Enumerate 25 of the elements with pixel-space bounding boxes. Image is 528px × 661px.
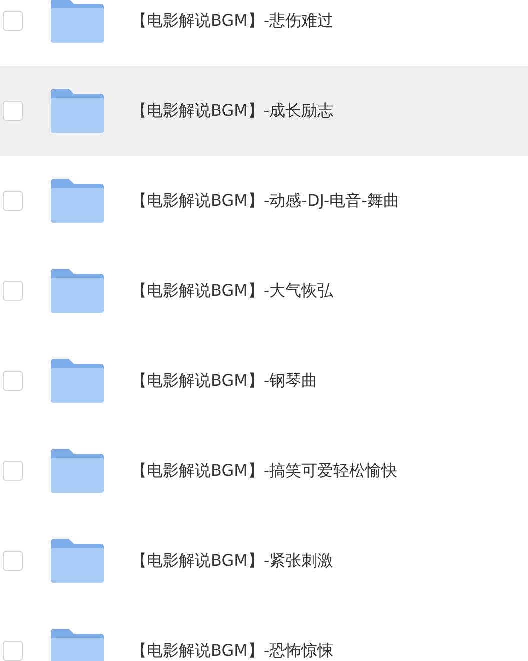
folder-row[interactable]: 【电影解说BGM】-成长励志 [0,66,528,156]
folder-name[interactable]: 【电影解说BGM】-悲伤难过 [131,10,334,32]
checkbox[interactable] [3,11,23,31]
folder-name[interactable]: 【电影解说BGM】-成长励志 [131,100,334,122]
checkbox[interactable] [3,191,23,211]
folder-icon [49,358,105,404]
folder-icon [49,88,105,134]
folder-icon [49,0,105,44]
folder-icon [49,628,105,661]
checkbox[interactable] [3,371,23,391]
checkbox[interactable] [3,551,23,571]
folder-icon [49,268,105,314]
checkbox[interactable] [3,101,23,121]
checkbox[interactable] [3,281,23,301]
folder-name[interactable]: 【电影解说BGM】-搞笑可爱轻松愉快 [131,460,398,482]
folder-name[interactable]: 【电影解说BGM】-钢琴曲 [131,370,318,392]
folder-name[interactable]: 【电影解说BGM】-紧张刺激 [131,550,334,572]
folder-icon [49,448,105,494]
folder-name[interactable]: 【电影解说BGM】-恐怖惊悚 [131,640,334,661]
folder-name[interactable]: 【电影解说BGM】-动感-DJ-电音-舞曲 [131,190,400,212]
folder-icon [49,538,105,584]
folder-icon [49,178,105,224]
checkbox[interactable] [3,641,23,661]
folder-name[interactable]: 【电影解说BGM】-大气恢弘 [131,280,334,302]
checkbox[interactable] [3,461,23,481]
